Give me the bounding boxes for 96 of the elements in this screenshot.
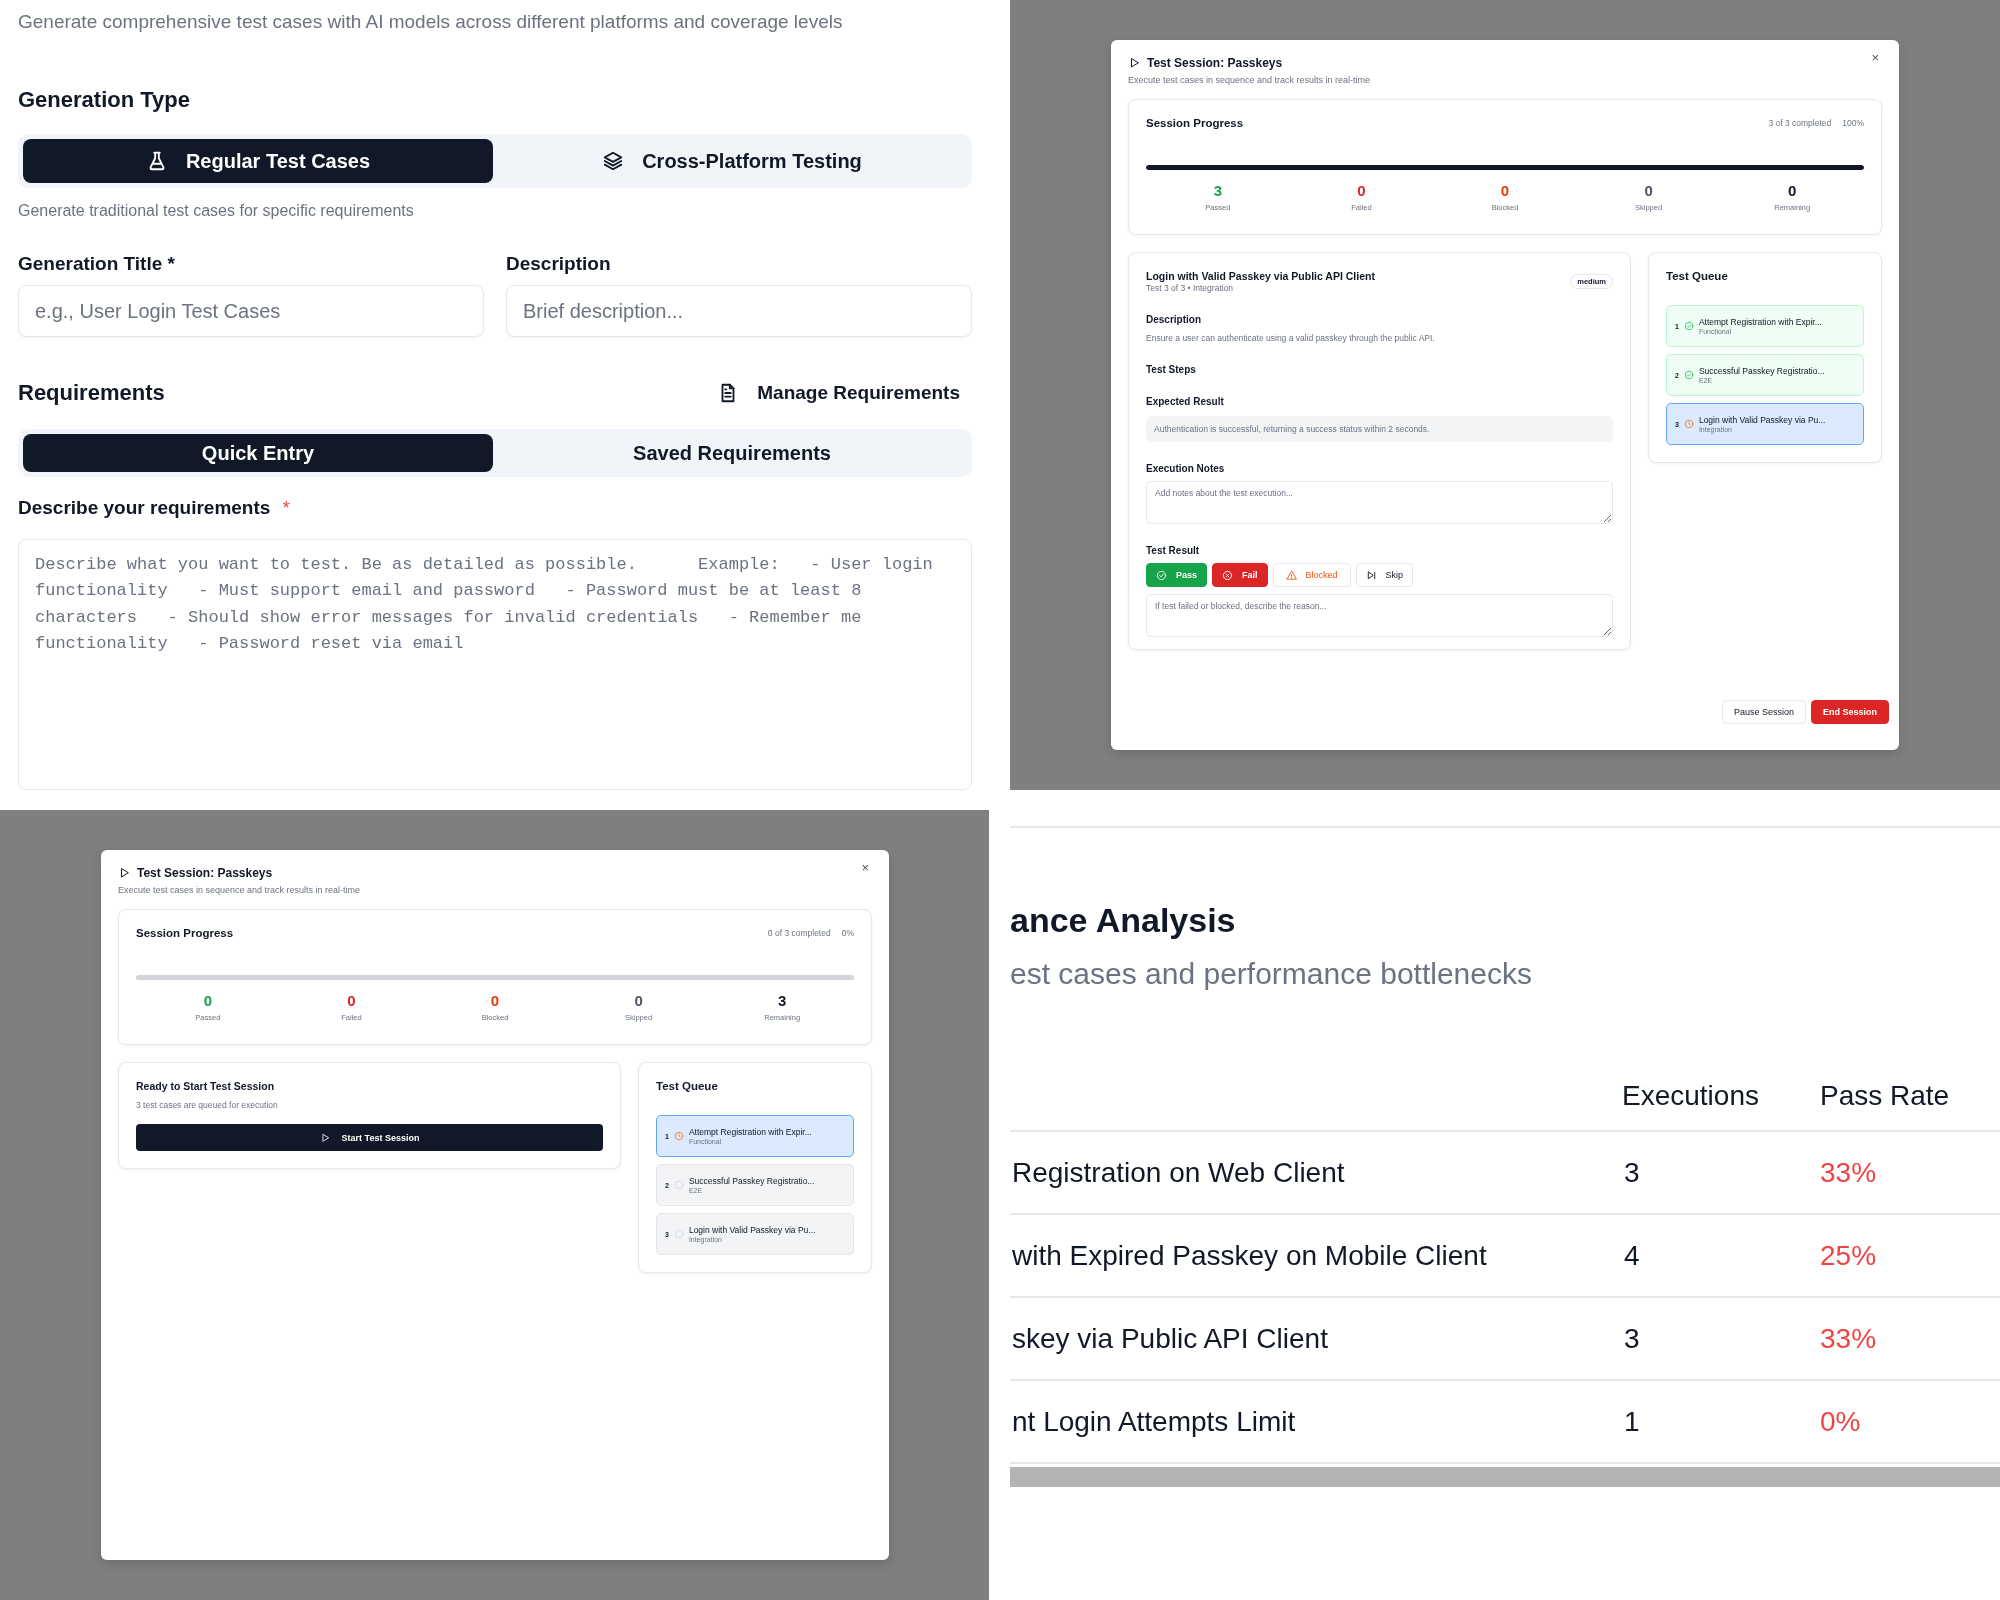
item-title: Login with Valid Passkey via Pu... [688, 1225, 816, 1235]
completed-count: 3 of 3 completed [1768, 118, 1832, 128]
section-heading: Generation Type [18, 86, 191, 114]
start-session-button[interactable]: Start Test Session [136, 1124, 603, 1151]
x-circle-icon [1222, 569, 1234, 581]
field-label: Describe your requirements [18, 497, 271, 520]
stat-value: 3 [1213, 182, 1222, 199]
pause-session-button[interactable]: Pause Session [1721, 700, 1806, 724]
page-title: ance Analysis [1010, 900, 1237, 940]
item-title: Attempt Registration with Expir... [1698, 317, 1822, 327]
item-title: Successful Passkey Registratio... [688, 1176, 815, 1186]
requirements-tab[interactable]: Saved Requirements [497, 434, 967, 473]
clock-icon [673, 1131, 684, 1141]
required-mark: * [282, 497, 290, 520]
table-cell-text: skey via Public API Client [1011, 1322, 1328, 1355]
stat-value: 0 [1788, 182, 1797, 199]
description-text: Ensure a user can authenticate using a valid passkey through the public API. [1146, 333, 1436, 343]
test-title: Login with Valid Passkey via Public API Client [1146, 270, 1375, 282]
end-session-button[interactable]: End Session [1811, 700, 1889, 724]
stat-value: 0 [203, 992, 212, 1009]
test-meta: Test 3 of 3 • Integration [1146, 283, 1235, 293]
card-title: Test Queue [1666, 270, 1729, 282]
stat-value: 3 [778, 992, 787, 1009]
skip-icon [1365, 569, 1377, 581]
card-title: Session Progress [1146, 117, 1244, 129]
hint-text: Generate traditional test cases for specific requirements [18, 202, 415, 221]
circle-icon [673, 1229, 684, 1239]
circle-icon [673, 1180, 684, 1190]
warning-icon [1285, 569, 1297, 581]
play-icon [319, 1132, 330, 1143]
modal-subtitle: Execute test cases in sequence and track results in real-time [118, 885, 362, 895]
item-title: Successful Passkey Registratio... [1698, 366, 1825, 376]
section-heading: Requirements [18, 379, 165, 408]
section-label: Execution Notes [1146, 463, 1226, 474]
blocked-button[interactable]: Blocked [1272, 563, 1351, 587]
queued-text: 3 test cases are queued for execution [136, 1100, 279, 1110]
layers-icon [602, 150, 625, 173]
play-icon [118, 867, 130, 879]
column-header: Pass Rate [1820, 1080, 1950, 1112]
page-subtitle: Generate comprehensive test cases with AI models across different platforms and coverage levels [18, 10, 844, 34]
type-tab[interactable]: Cross-Platform Testing [497, 139, 967, 184]
column-header: Executions [1622, 1080, 1759, 1112]
table-cell-text: 3 [1623, 1156, 1640, 1189]
scrollbar[interactable] [1010, 1467, 2000, 1487]
card-title: Ready to Start Test Session [136, 1080, 276, 1092]
item-title: Login with Valid Passkey via Pu... [1698, 415, 1826, 425]
card-title: Session Progress [136, 927, 234, 939]
requirements-textarea[interactable]: Describe what you want to test. Be as detailed as possible. Example: - User login functionality - Must support email and password - Password must be at least 8 characters - Should show error messages for invalid credentials - Remember me functionality - Password reset via email [18, 539, 972, 790]
type-tab[interactable]: Regular Test Cases [23, 139, 493, 184]
table-cell-text: Registration on Web Client [1011, 1156, 1345, 1189]
section-label: Description [1146, 314, 1202, 325]
skip-button[interactable]: Skip [1355, 563, 1414, 587]
field-label: Description [506, 253, 612, 276]
close-button[interactable]: × [858, 862, 872, 874]
check-circle-icon [1156, 569, 1167, 581]
page-subtitle: est cases and performance bottlenecks [1010, 956, 1533, 992]
table-cell: 0% [1820, 1405, 1861, 1438]
clock-icon [1683, 419, 1694, 429]
item-title: Attempt Registration with Expir... [688, 1127, 812, 1137]
table-cell: 33% [1820, 1156, 1877, 1189]
reason-textarea[interactable]: If test failed or blocked, describe the reason... [1146, 594, 1613, 637]
stat-value: 0 [347, 992, 356, 1009]
section-label: Expected Result [1146, 396, 1225, 407]
notes-textarea[interactable]: Add notes about the test execution... [1146, 481, 1613, 524]
table-cell: 25% [1820, 1239, 1877, 1272]
section-label: Test Steps [1146, 364, 1197, 375]
table-cell-text: with Expired Passkey on Mobile Client [1011, 1239, 1487, 1272]
table-cell-text: nt Login Attempts Limit [1011, 1405, 1296, 1438]
modal-title: Test Session: Passkeys [137, 866, 273, 880]
table-cell: 33% [1820, 1322, 1877, 1355]
completed-count: 0 of 3 completed [767, 928, 831, 938]
check-circle-icon [1683, 370, 1694, 380]
fail-button[interactable]: Fail [1212, 563, 1268, 587]
play-icon [1128, 57, 1140, 69]
modal-title: Test Session: Passkeys [1147, 56, 1283, 70]
percent-text: 100% [1842, 118, 1864, 128]
stat-value: 0 [1500, 182, 1510, 199]
stat-value: 0 [1357, 182, 1366, 199]
table-cell-text: 4 [1623, 1239, 1640, 1272]
field-label: Generation Title * [18, 253, 176, 276]
expected-result-text: Authentication is successful, returning a success status within 2 seconds. [1146, 416, 1613, 442]
input-field[interactable]: Brief description... [506, 285, 972, 338]
stat-value: 0 [634, 992, 643, 1009]
stat-value: 0 [490, 992, 500, 1009]
percent-text: 0% [841, 928, 854, 938]
manage-requirements-link[interactable]: Manage Requirements [717, 382, 972, 405]
card-title: Test Queue [656, 1080, 719, 1092]
input-field[interactable]: e.g., User Login Test Cases [18, 285, 484, 338]
modal-subtitle: Execute test cases in sequence and track results in real-time [1128, 75, 1372, 85]
check-circle-icon [1683, 321, 1694, 331]
table-cell-text: 1 [1623, 1405, 1640, 1438]
table-cell-text: 3 [1623, 1322, 1640, 1355]
stat-value: 0 [1644, 182, 1653, 199]
section-label: Test Result [1146, 545, 1201, 556]
requirements-tab[interactable]: Quick Entry [23, 434, 493, 473]
close-button[interactable]: × [1868, 52, 1882, 64]
